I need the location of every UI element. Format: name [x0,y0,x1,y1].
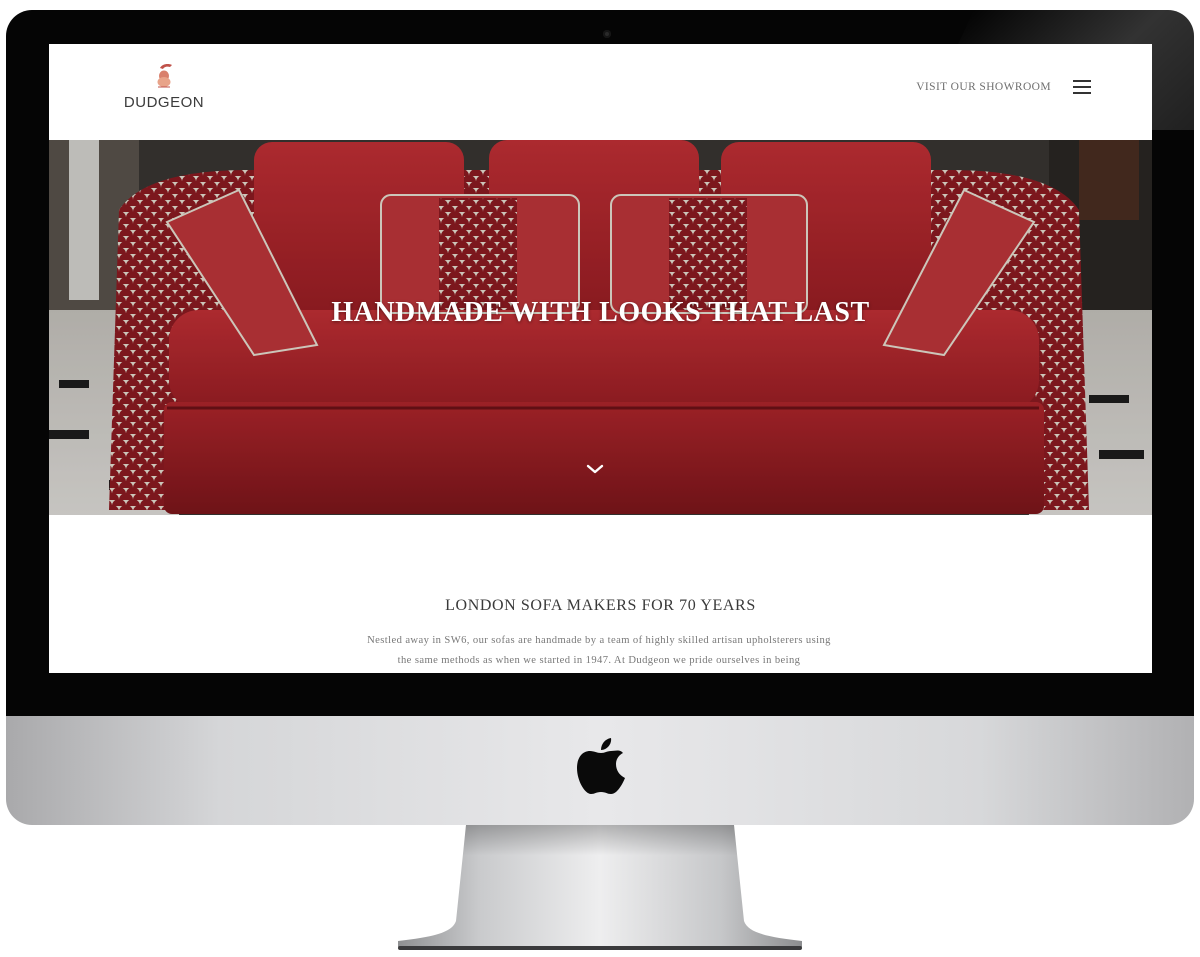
menu-bar [1073,80,1091,82]
intro-heading: LONDON SOFA MAKERS FOR 70 YEARS [445,597,756,614]
camera-icon [603,30,611,38]
menu-bar [1073,86,1091,88]
visit-showroom-link[interactable]: VISIT OUR SHOWROOM [916,81,1051,93]
site-header: DUDGEON VISIT OUR SHOWROOM [49,44,1152,140]
apple-logo-icon [577,738,625,794]
hero-banner: HANDMADE WITH LOOKS THAT LAST [49,140,1152,515]
chevron-down-icon[interactable] [586,463,604,475]
menu-bar [1073,92,1091,94]
logo-text: DUDGEON [123,94,205,111]
monitor-stand [398,825,802,950]
site-logo[interactable]: DUDGEON [119,62,209,124]
logo-emblem-icon [157,64,172,88]
intro-paragraph: Nestled away in SW6, our sofas are handm… [367,635,831,666]
hamburger-menu-icon[interactable] [1073,80,1091,94]
website-screen: DUDGEON VISIT OUR SHOWROOM HANDMADE WITH… [49,44,1152,673]
hero-title: HANDMADE WITH LOOKS THAT LAST [331,296,870,328]
